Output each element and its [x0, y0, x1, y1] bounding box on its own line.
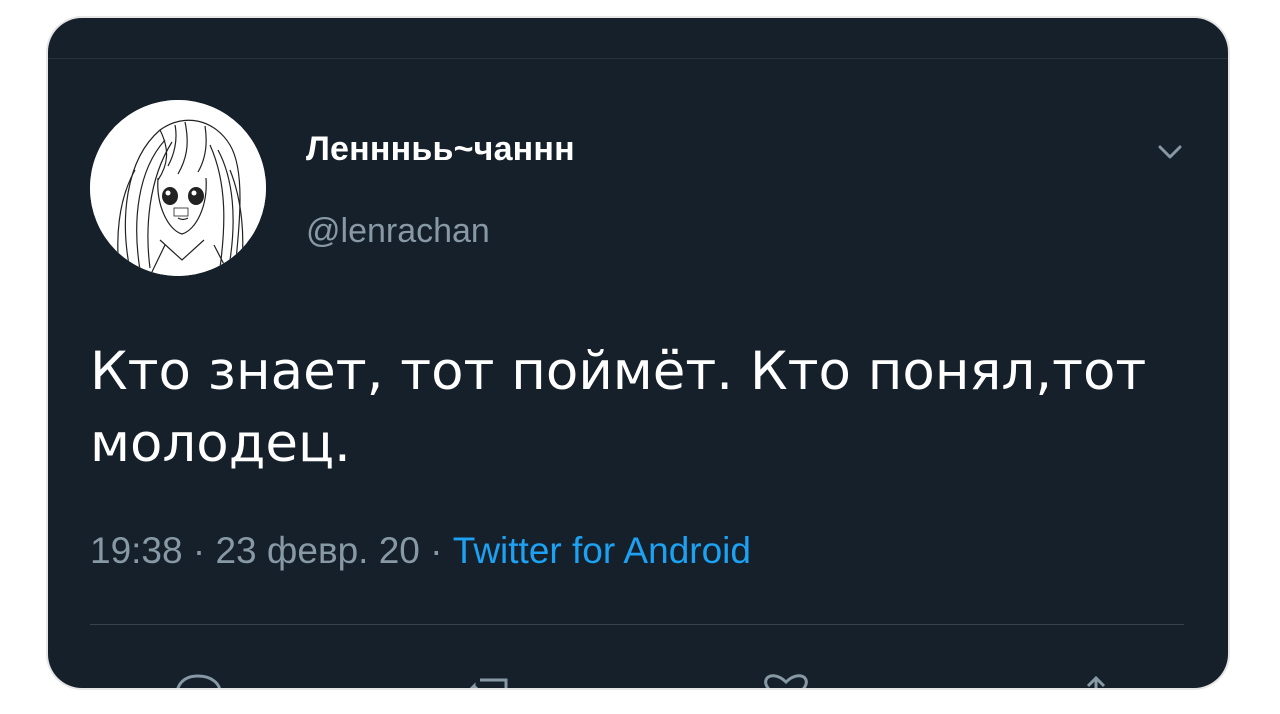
avatar[interactable]: [90, 100, 266, 276]
avatar-illustration: [90, 100, 266, 276]
tweet-meta: 19:38 · 23 февр. 20 · Twitter for Androi…: [90, 530, 751, 572]
author-display-name[interactable]: Леннньь~чаннн: [306, 130, 575, 169]
author-handle[interactable]: @lenrachan: [306, 212, 490, 251]
tweet-source-link[interactable]: Twitter for Android: [453, 530, 751, 571]
chevron-down-icon[interactable]: [1148, 130, 1192, 174]
tweet-time[interactable]: 19:38: [90, 530, 183, 571]
meta-separator: ·: [430, 530, 443, 571]
reply-icon[interactable]: [168, 670, 228, 688]
bottom-divider: [90, 624, 1184, 625]
tweet-card: Леннньь~чаннн @lenrachan Кто знает, тот …: [48, 18, 1228, 688]
retweet-icon[interactable]: [460, 670, 520, 688]
tweet-date[interactable]: 23 февр. 20: [215, 530, 419, 571]
top-divider: [48, 58, 1228, 59]
like-icon[interactable]: [756, 670, 816, 688]
tweet-text: Кто знает, тот поймёт. Кто понял,тот мол…: [90, 341, 1147, 474]
share-icon[interactable]: [1066, 670, 1126, 688]
meta-separator: ·: [192, 530, 206, 571]
